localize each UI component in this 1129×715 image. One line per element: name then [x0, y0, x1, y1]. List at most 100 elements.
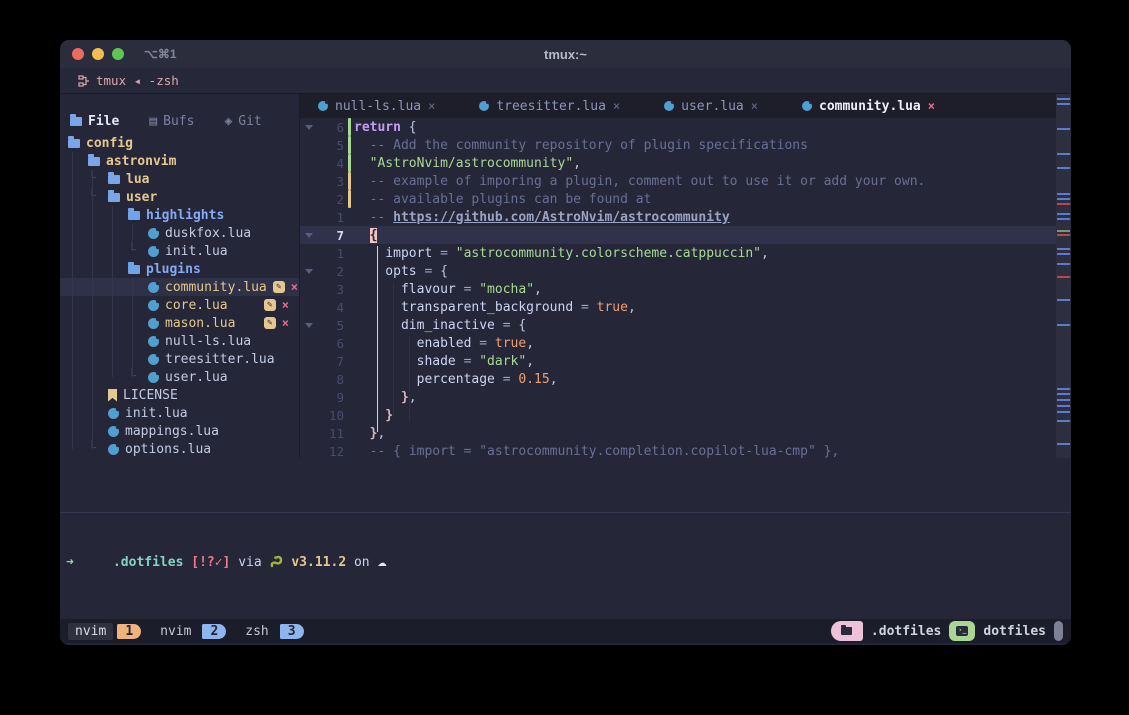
close-buffer-icon[interactable]: × — [291, 281, 298, 293]
git-sign-add — [344, 154, 354, 172]
code-editor[interactable]: 6return {5 -- Add the community reposito… — [300, 118, 1056, 458]
fold-arrow-icon[interactable] — [300, 233, 318, 238]
buffer-tab-community-lua[interactable]: community.lua× — [802, 99, 935, 114]
tree-item-mason-lua[interactable]: mason.lua✎× — [60, 314, 299, 332]
line-number: 6 — [318, 120, 344, 135]
terminal-tab[interactable]: tmux ◂ -zsh — [78, 73, 179, 88]
code-line-2[interactable]: 2 -- available plugins can be found at — [300, 190, 1056, 208]
buffer-tab-user-lua[interactable]: user.lua × — [664, 99, 758, 114]
scrollbar-mark — [1057, 230, 1070, 232]
tree-item-plugins[interactable]: plugins — [60, 260, 299, 278]
tree-item-community-lua[interactable]: community.lua✎× — [60, 278, 299, 296]
close-tab-icon[interactable]: × — [751, 99, 758, 113]
tree-item-init-lua[interactable]: └init.lua — [60, 242, 299, 260]
session-chip: ›_ — [949, 621, 975, 641]
tmux-window-number-badge: 3 — [280, 624, 304, 639]
fold-arrow-icon[interactable] — [300, 323, 318, 328]
code-line-9[interactable]: 9 }, — [300, 388, 1056, 406]
scrollbar-mark — [1057, 276, 1070, 278]
close-buffer-icon[interactable]: × — [282, 317, 289, 329]
code-line-11[interactable]: 11 }, — [300, 424, 1056, 442]
code-line-12[interactable]: 12 -- { import = "astrocommunity.complet… — [300, 442, 1056, 458]
folder-icon — [108, 193, 120, 202]
tree-item-user[interactable]: └user — [60, 188, 299, 206]
neotree-tab-git[interactable]: ◈Git — [224, 114, 261, 129]
line-number: 6 — [318, 336, 344, 351]
code-line-1[interactable]: 1 -- https://github.com/AstroNvim/astroc… — [300, 208, 1056, 226]
lua-icon — [148, 282, 159, 293]
neotree-tab-label: File — [88, 114, 119, 129]
tree-item-options-lua[interactable]: └options.lua — [60, 440, 299, 458]
prompt-arrow[interactable]: ➜ — [66, 555, 74, 570]
git-sign-chg — [344, 172, 354, 190]
buffer-tab-null-ls-lua[interactable]: null-ls.lua× — [318, 99, 435, 114]
tree-item-label: duskfox.lua — [165, 226, 251, 241]
shell-pane[interactable]: .dotfiles [!?✓] via v3.11.2 on ☁ ➜ — [60, 513, 1071, 619]
tmux-window-2[interactable]: nvim2 — [153, 623, 226, 640]
code-line-6[interactable]: 6return { — [300, 118, 1056, 136]
code-line-7[interactable]: 7 { — [300, 226, 1056, 244]
code-line-3[interactable]: 3 flavour = "mocha", — [300, 280, 1056, 298]
close-tab-icon[interactable]: × — [428, 99, 435, 113]
code-line-1[interactable]: 1 import = "astrocommunity.colorscheme.c… — [300, 244, 1056, 262]
neotree-sidebar: File ▤Bufs ◈Git configastronvim└lua└user hi… — [60, 94, 300, 458]
tree-item-treesitter-lua[interactable]: treesitter.lua — [60, 350, 299, 368]
code-line-5[interactable]: 5 dim_inactive = { — [300, 316, 1056, 334]
code-line-7[interactable]: 7 shade = "dark", — [300, 352, 1056, 370]
tree-item-label: highlights — [146, 208, 224, 223]
tree-item-user-lua[interactable]: └user.lua — [60, 368, 299, 386]
neotree-tab-label: Bufs — [163, 114, 194, 129]
session-tree-icon — [78, 75, 90, 87]
terminal-tab-strip: tmux ◂ -zsh — [60, 68, 1071, 94]
tree-item-duskfox-lua[interactable]: duskfox.lua — [60, 224, 299, 242]
buffer-tab-label: user.lua — [681, 99, 744, 114]
code-line-10[interactable]: 10 } — [300, 406, 1056, 424]
fold-arrow-icon[interactable] — [300, 125, 318, 130]
tree-item-mappings-lua[interactable]: mappings.lua — [60, 422, 299, 440]
close-tab-icon[interactable]: × — [928, 99, 935, 113]
fold-arrow-icon[interactable] — [300, 269, 318, 274]
tree-item-null-ls-lua[interactable]: null-ls.lua — [60, 332, 299, 350]
code-line-3[interactable]: 3 -- example of imporing a plugin, comme… — [300, 172, 1056, 190]
line-number: 4 — [318, 300, 344, 315]
code-line-6[interactable]: 6 enabled = true, — [300, 334, 1056, 352]
tree-item-LICENSE[interactable]: LICENSE — [60, 386, 299, 404]
tree-item-lua[interactable]: └lua — [60, 170, 299, 188]
sign-column — [344, 262, 354, 280]
code-text: transparent_background = true, — [354, 300, 636, 315]
line-number: 9 — [318, 390, 344, 405]
tree-item-init-lua[interactable]: init.lua — [60, 404, 299, 422]
tree-item-core-lua[interactable]: core.lua✎× — [60, 296, 299, 314]
code-line-8[interactable]: 8 percentage = 0.15, — [300, 370, 1056, 388]
close-tab-icon[interactable]: × — [613, 99, 620, 113]
scrollbar-mark — [1057, 153, 1070, 155]
tree-item-highlights[interactable]: highlights — [60, 206, 299, 224]
tmux-window-3[interactable]: zsh3 — [238, 623, 303, 640]
tmux-window-1[interactable]: nvim1 — [68, 623, 141, 640]
git-diamond-icon: ◈ — [224, 114, 232, 129]
prompt-via: via — [238, 555, 261, 570]
terminal-window: ⌥⌘1 tmux:~ tmux ◂ -zsh File▤Bufs◈Git con… — [60, 40, 1071, 645]
scrollbar-mark — [1057, 167, 1070, 169]
tree-item-astronvim[interactable]: astronvim — [60, 152, 299, 170]
scrollbar-mark — [1057, 213, 1070, 215]
scope-guide-line — [377, 246, 378, 432]
code-line-2[interactable]: 2 opts = { — [300, 262, 1056, 280]
prompt-cwd: .dotfiles — [113, 555, 183, 570]
scrollbar-mark — [1057, 324, 1070, 326]
scrollbar-mark — [1057, 411, 1070, 413]
scrollbar[interactable] — [1056, 94, 1071, 458]
code-line-4[interactable]: 4 "AstroNvim/astrocommunity", — [300, 154, 1056, 172]
close-buffer-icon[interactable]: × — [282, 299, 289, 311]
code-line-4[interactable]: 4 transparent_background = true, — [300, 298, 1056, 316]
sign-column — [344, 298, 354, 316]
lua-icon — [148, 300, 159, 311]
code-text: "AstroNvim/astrocommunity", — [354, 156, 581, 171]
code-text: -- available plugins can be found at — [354, 192, 651, 207]
sign-column — [344, 280, 354, 298]
neotree-tab-file[interactable]: File — [70, 114, 119, 129]
neotree-tab-bufs[interactable]: ▤Bufs — [149, 114, 194, 129]
tree-item-config[interactable]: config — [60, 134, 299, 152]
code-line-5[interactable]: 5 -- Add the community repository of plu… — [300, 136, 1056, 154]
buffer-tab-treesitter-lua[interactable]: treesitter.lua× — [479, 99, 620, 114]
